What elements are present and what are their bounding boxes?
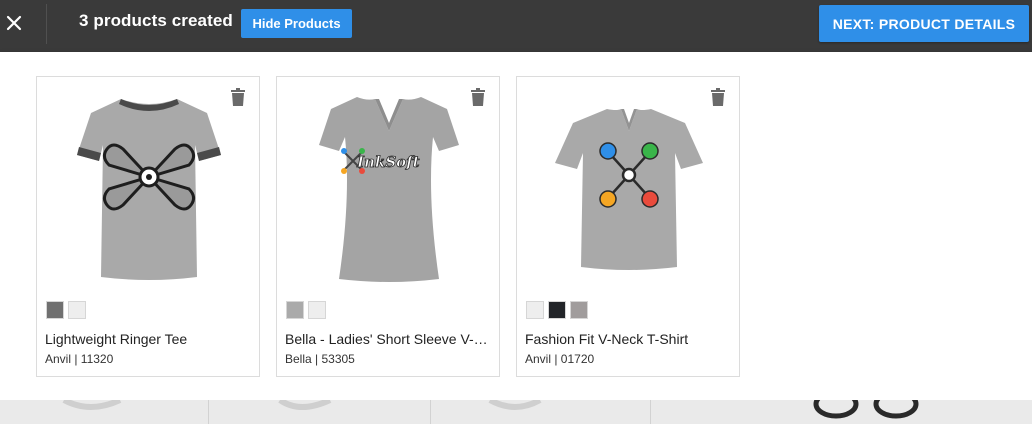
color-swatch[interactable]: [46, 301, 64, 319]
color-swatch[interactable]: [570, 301, 588, 319]
product-card[interactable]: Fashion Fit V-Neck T-Shirt Anvil | 01720: [516, 76, 740, 377]
divider: [46, 4, 47, 44]
background-shirt-preview: [62, 400, 919, 419]
product-card[interactable]: Lightweight Ringer Tee Anvil | 11320: [36, 76, 260, 377]
product-image: [77, 99, 221, 280]
close-button[interactable]: [0, 0, 28, 46]
color-swatch[interactable]: [526, 301, 544, 319]
product-name: Fashion Fit V-Neck T-Shirt: [525, 331, 689, 347]
products-panel: Lightweight Ringer Tee Anvil | 11320 Ink…: [0, 52, 1032, 400]
hide-products-button[interactable]: Hide Products: [241, 9, 352, 38]
inksoft-logo: InkSoft: [356, 153, 420, 171]
trash-icon[interactable]: [471, 88, 485, 106]
top-bar: 3 products created Hide Products NEXT: P…: [0, 0, 1032, 52]
color-swatch[interactable]: [286, 301, 304, 319]
color-swatch[interactable]: [308, 301, 326, 319]
trash-icon[interactable]: [231, 88, 245, 106]
color-swatch[interactable]: [68, 301, 86, 319]
color-swatches: [46, 301, 86, 319]
product-name: Bella - Ladies' Short Sleeve V-N...: [285, 331, 493, 347]
product-image: [555, 109, 703, 270]
product-image: InkSoft: [319, 97, 459, 282]
color-swatches: [526, 301, 588, 319]
product-brand-sku: Anvil | 01720: [525, 352, 595, 366]
product-name: Lightweight Ringer Tee: [45, 331, 188, 347]
product-brand-sku: Anvil | 11320: [45, 352, 114, 366]
color-swatch[interactable]: [548, 301, 566, 319]
trash-icon[interactable]: [711, 88, 725, 106]
background-product-grid: [0, 400, 1032, 424]
next-product-details-button[interactable]: NEXT: PRODUCT DETAILS: [819, 5, 1029, 42]
product-brand-sku: Bella | 53305: [285, 352, 355, 366]
product-card[interactable]: InkSoft Bella - Ladies' Short Sleeve V-N…: [276, 76, 500, 377]
page-title: 3 products created: [79, 11, 233, 30]
color-swatches: [286, 301, 326, 319]
close-icon: [6, 15, 22, 31]
